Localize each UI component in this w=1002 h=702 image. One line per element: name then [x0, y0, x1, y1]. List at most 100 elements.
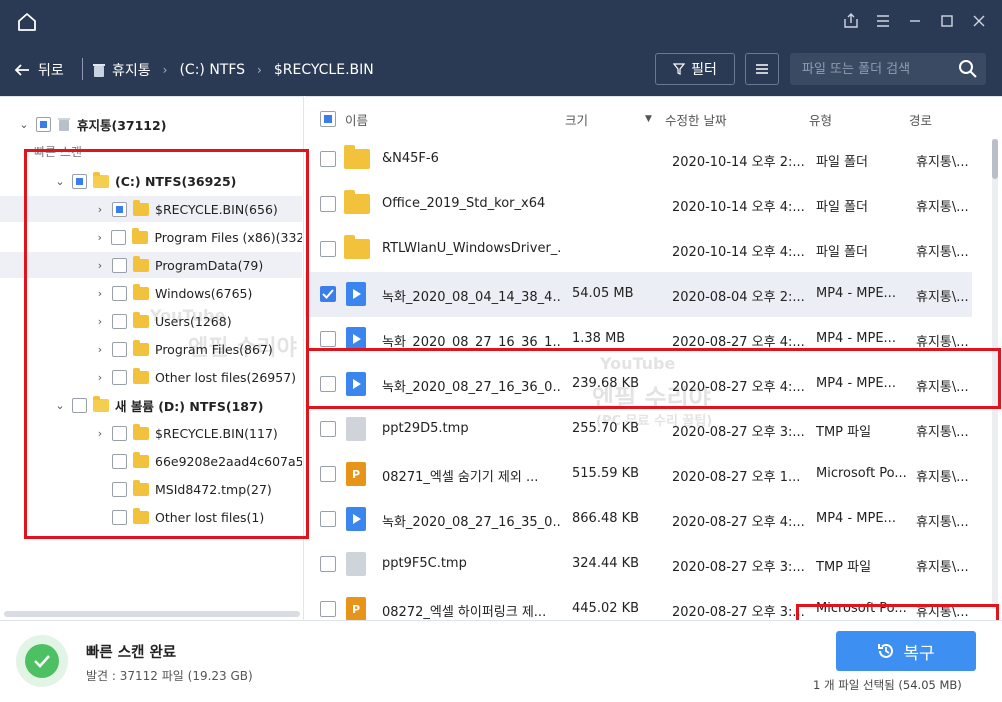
maximize-icon[interactable] [938, 12, 956, 30]
file-size: 515.59 KB [572, 466, 640, 481]
chevron-right-icon: › [162, 63, 168, 77]
row-checkbox[interactable] [320, 601, 336, 617]
close-icon[interactable] [970, 12, 988, 30]
tmp-file-icon [346, 552, 366, 576]
history-icon [878, 643, 894, 658]
search-input[interactable] [790, 53, 950, 85]
minimize-icon[interactable] [906, 12, 924, 30]
column-header-name[interactable]: 이름 [345, 110, 368, 129]
success-badge [16, 635, 68, 687]
file-type: 파일 폴더 [816, 200, 868, 215]
title-bar [0, 0, 1002, 44]
table-row[interactable]: ppt9F5C.tmp 324.44 KB 2020-08-27 오후 3:... T… [305, 542, 972, 587]
search-box [790, 53, 986, 85]
selected-count: 1 개 파일 선택됨 (54.05 MB) [813, 678, 962, 692]
file-name: &N45F-6 [382, 151, 439, 166]
file-path: 휴지통\... [916, 470, 969, 485]
file-name: 08271_엑셀 숨기기 제외 ... [382, 470, 539, 485]
column-header-path[interactable]: 경로 [909, 110, 932, 129]
row-checkbox[interactable] [320, 241, 336, 257]
file-name: RTLWlanU_WindowsDriver_... [382, 241, 562, 256]
home-icon[interactable] [16, 11, 38, 33]
file-size: 866.48 KB [572, 511, 640, 526]
vertical-scrollbar-thumb[interactable] [992, 139, 998, 179]
arrow-left-icon [14, 64, 29, 76]
toolbar: 뒤로 휴지통 › (C:) NTFS › $RECYCLE.BIN 필터 [0, 44, 1002, 96]
folder-icon [344, 145, 370, 169]
row-checkbox[interactable] [320, 466, 336, 482]
table-row[interactable]: ppt29D5.tmp 255.70 KB 2020-08-27 오후 3:... T… [305, 407, 972, 452]
file-size: 1.38 MB [572, 331, 626, 346]
row-checkbox-wrapper [320, 511, 336, 527]
column-header-type[interactable]: 유형 [809, 110, 832, 129]
table-row[interactable]: &N45F-6 2020-10-14 오후 2:... 파일 폴더 휴지통\... [305, 137, 972, 182]
row-checkbox[interactable] [320, 421, 336, 437]
tree-checkbox[interactable] [36, 116, 51, 132]
row-checkbox-wrapper [320, 286, 336, 302]
chevron-down-icon[interactable]: ⌄ [18, 118, 30, 131]
share-icon[interactable] [842, 12, 860, 30]
breadcrumb-item-recycle-bin[interactable]: 휴지통 [92, 60, 151, 80]
file-modified-date: 2020-08-27 오후 3:... [672, 425, 804, 440]
row-checkbox-wrapper [320, 601, 336, 617]
scan-found-count: 발견 : 37112 파일 (19.23 GB) [86, 669, 253, 683]
row-checkbox-wrapper [320, 331, 336, 347]
table-row[interactable]: RTLWlanU_WindowsDriver_... 2020-10-14 오후 … [305, 227, 972, 272]
chevron-right-icon: › [257, 63, 262, 77]
row-checkbox[interactable] [320, 556, 336, 572]
filter-icon [673, 63, 686, 75]
column-header-row: 이름 크기 ▼ 수정한 날짜 유형 경로 [305, 97, 995, 137]
folder-icon [344, 235, 370, 259]
file-type: MP4 - MPE... [816, 286, 896, 301]
file-size: 445.02 KB [572, 601, 640, 616]
filter-button[interactable]: 필터 [655, 53, 735, 85]
file-name: 녹화_2020_08_04_14_38_4... [382, 290, 562, 305]
tree-item-recycle-bin[interactable]: ⌄ 휴지통(37112) [0, 111, 302, 137]
table-row[interactable]: P 08271_엑셀 숨기기 제외 ... 515.59 KB 2020-08-27 … [305, 452, 972, 497]
highlight-box-row [306, 348, 1001, 409]
sort-down-icon[interactable]: ▼ [645, 114, 652, 124]
file-modified-date: 2020-10-14 오후 4:... [672, 200, 804, 215]
toolbar-divider [82, 58, 83, 80]
file-name: Office_2019_Std_kor_x64 [382, 196, 546, 211]
file-type: MP4 - MPE... [816, 511, 896, 526]
file-modified-date: 2020-08-27 오후 3:... [672, 605, 804, 620]
hamburger-menu-icon[interactable] [874, 12, 892, 30]
recycle-bin-icon [93, 64, 105, 77]
file-path: 휴지통\... [916, 515, 969, 530]
table-row[interactable]: 녹화_2020_08_04_14_38_4... 54.05 MB 2020-08-… [305, 272, 972, 317]
file-modified-date: 2020-08-27 오후 4:... [672, 515, 804, 530]
file-modified-date: 2020-10-14 오후 2:... [672, 155, 804, 170]
highlight-box-tree [24, 149, 309, 539]
row-checkbox[interactable] [320, 286, 336, 302]
back-button[interactable]: 뒤로 [14, 60, 64, 80]
file-type: TMP 파일 [816, 560, 872, 575]
list-icon [756, 64, 768, 74]
recover-button[interactable]: 복구 [836, 631, 976, 671]
row-checkbox[interactable] [320, 196, 336, 212]
row-checkbox[interactable] [320, 331, 336, 347]
row-checkbox-wrapper [320, 421, 336, 437]
file-path: 휴지통\... [916, 425, 969, 440]
row-checkbox[interactable] [320, 511, 336, 527]
select-all-checkbox[interactable] [320, 111, 336, 127]
table-row[interactable]: 녹화_2020_08_27_16_35_0... 866.48 KB 2020-08… [305, 497, 972, 542]
search-icon[interactable] [958, 59, 978, 79]
column-header-modified[interactable]: 수정한 날짜 [665, 110, 726, 129]
view-menu-button[interactable] [745, 53, 779, 85]
column-header-size[interactable]: 크기 [565, 110, 588, 129]
breadcrumb: 휴지통 › (C:) NTFS › $RECYCLE.BIN [92, 60, 374, 80]
file-path: 휴지통\... [916, 200, 969, 215]
table-row[interactable]: Office_2019_Std_kor_x64 2020-10-14 오후 4:.… [305, 182, 972, 227]
row-checkbox-wrapper [320, 241, 336, 257]
row-checkbox[interactable] [320, 151, 336, 167]
file-modified-date: 2020-10-14 오후 4:... [672, 245, 804, 260]
row-checkbox-wrapper [320, 556, 336, 572]
file-name: ppt9F5C.tmp [382, 556, 467, 571]
scan-status-title: 빠른 스캔 완료 [86, 645, 177, 661]
row-checkbox-wrapper [320, 466, 336, 482]
horizontal-scrollbar[interactable] [4, 611, 300, 617]
file-name: ppt29D5.tmp [382, 421, 469, 436]
breadcrumb-item-c-drive[interactable]: (C:) NTFS [179, 62, 245, 78]
breadcrumb-item-recycle-folder[interactable]: $RECYCLE.BIN [274, 62, 374, 78]
